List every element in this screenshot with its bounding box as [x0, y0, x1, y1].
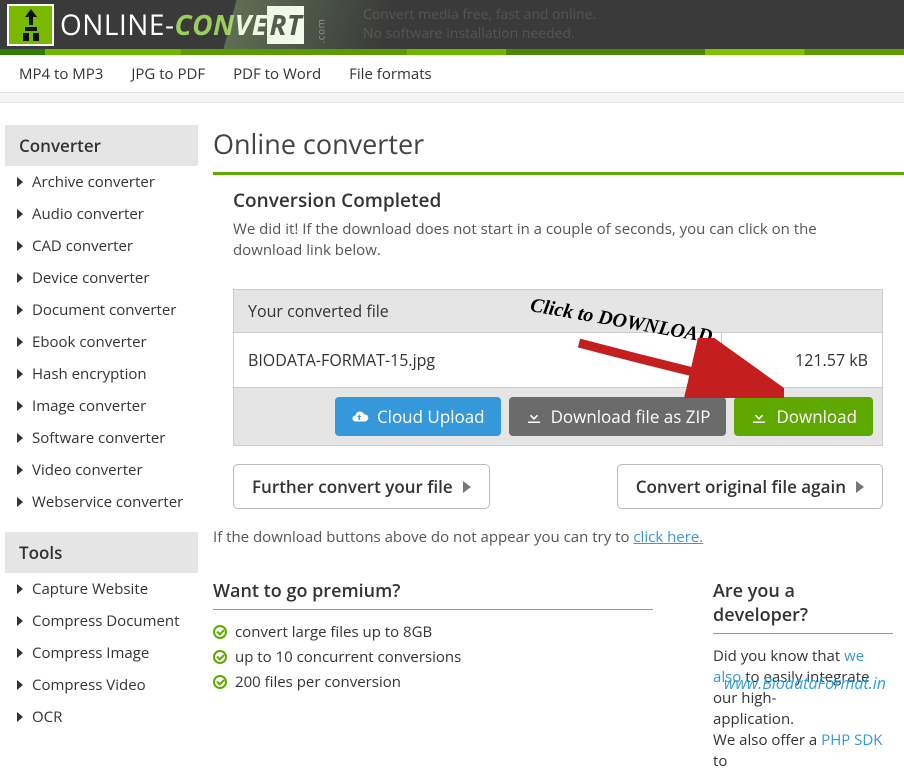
chevron-right-icon — [17, 209, 23, 219]
sidebar-item-audio[interactable]: Audio converter — [5, 198, 198, 230]
chevron-right-icon — [17, 648, 23, 658]
download-zip-button[interactable]: Download file as ZIP — [509, 397, 727, 436]
tagline: Convert media free, fast and online. No … — [363, 6, 596, 42]
topnav-pdf-word[interactable]: PDF to Word — [219, 64, 335, 84]
feature-item: up to 10 concurrent conversions — [213, 647, 653, 667]
topnav-file-formats[interactable]: File formats — [335, 64, 446, 84]
sidebar-head-tools: Tools — [5, 532, 198, 573]
sidebar-item-compress-vid[interactable]: Compress Video — [5, 669, 198, 701]
sidebar-item-capture[interactable]: Capture Website — [5, 573, 198, 605]
sidebar-item-ocr[interactable]: OCR — [5, 701, 198, 733]
php-sdk-link[interactable]: PHP SDK — [821, 730, 882, 750]
further-convert-button[interactable]: Further convert your file — [233, 464, 490, 509]
chevron-right-icon — [463, 481, 471, 493]
sidebar: Converter Archive converter Audio conver… — [5, 125, 198, 772]
file-table-header: Your converted file — [234, 290, 882, 332]
chevron-right-icon — [17, 305, 23, 315]
download-icon — [750, 408, 768, 426]
topnav-mp4-mp3[interactable]: MP4 to MP3 — [5, 64, 117, 84]
check-icon — [213, 675, 227, 689]
chevron-right-icon — [17, 497, 23, 507]
fallback-note: If the download buttons above do not app… — [213, 527, 904, 547]
sidebar-item-document[interactable]: Document converter — [5, 294, 198, 326]
page-title: Online converter — [213, 125, 904, 162]
secondary-actions: Further convert your file Convert origin… — [233, 464, 883, 509]
sidebar-item-compress-doc[interactable]: Compress Document — [5, 605, 198, 637]
download-icon — [525, 408, 543, 426]
chevron-right-icon — [856, 481, 864, 493]
sidebar-item-compress-img[interactable]: Compress Image — [5, 637, 198, 669]
premium-features: convert large files up to 8GB up to 10 c… — [213, 622, 653, 692]
sidebar-item-archive[interactable]: Archive converter — [5, 166, 198, 198]
sidebar-item-cad[interactable]: CAD converter — [5, 230, 198, 262]
status-heading: Conversion Completed — [213, 187, 904, 213]
chevron-right-icon — [17, 401, 23, 411]
chevron-right-icon — [17, 177, 23, 187]
developer-section: Are you a developer? Did you know that w… — [713, 579, 893, 772]
chevron-right-icon — [17, 465, 23, 475]
sidebar-item-device[interactable]: Device converter — [5, 262, 198, 294]
converted-file-panel: Your converted file BIODATA-FORMAT-15.jp… — [233, 289, 883, 446]
file-row: BIODATA-FORMAT-15.jpg 121.57 kB — [234, 332, 882, 387]
feature-item: convert large files up to 8GB — [213, 622, 653, 642]
top-nav: MP4 to MP3 JPG to PDF PDF to Word File f… — [0, 55, 904, 93]
chevron-right-icon — [17, 433, 23, 443]
feature-item: 200 files per conversion — [213, 672, 653, 692]
cloud-upload-button[interactable]: Cloud Upload — [335, 397, 501, 436]
premium-heading: Want to go premium? — [213, 579, 653, 610]
premium-section: Want to go premium? convert large files … — [213, 579, 653, 772]
logo-icon — [7, 4, 54, 46]
chevron-right-icon — [17, 369, 23, 379]
developer-text: Did you know that we also to easily inte… — [713, 646, 893, 772]
header-bar: ONLINE-CONVERT.com Convert media free, f… — [0, 0, 904, 49]
chevron-right-icon — [17, 680, 23, 690]
site-logo[interactable]: ONLINE-CONVERT.com — [0, 0, 333, 49]
sidebar-item-ebook[interactable]: Ebook converter — [5, 326, 198, 358]
check-icon — [213, 625, 227, 639]
cloud-upload-icon — [351, 408, 369, 426]
sidebar-item-video[interactable]: Video converter — [5, 454, 198, 486]
separator-bar — [0, 93, 904, 103]
sidebar-head-converter: Converter — [5, 125, 198, 166]
sidebar-item-hash[interactable]: Hash encryption — [5, 358, 198, 390]
title-underline — [213, 172, 904, 175]
main-content: Online converter Conversion Completed We… — [213, 125, 904, 772]
file-name: BIODATA-FORMAT-15.jpg — [234, 333, 722, 387]
sidebar-item-software[interactable]: Software converter — [5, 422, 198, 454]
logo-text: ONLINE-CONVERT.com — [60, 6, 333, 44]
developer-heading: Are you a developer? — [713, 579, 893, 634]
topnav-jpg-pdf[interactable]: JPG to PDF — [117, 64, 219, 84]
convert-again-button[interactable]: Convert original file again — [617, 464, 883, 509]
check-icon — [213, 650, 227, 664]
tools-list: Capture Website Compress Document Compre… — [5, 573, 198, 733]
status-text: We did it! If the download does not star… — [213, 219, 904, 261]
chevron-right-icon — [17, 273, 23, 283]
sidebar-item-webservice[interactable]: Webservice converter — [5, 486, 198, 518]
converter-list: Archive converter Audio converter CAD co… — [5, 166, 198, 518]
download-button[interactable]: Download — [734, 397, 873, 436]
file-actions: Cloud Upload Download file as ZIP Downlo… — [234, 387, 882, 445]
chevron-right-icon — [17, 712, 23, 722]
sidebar-item-image[interactable]: Image converter — [5, 390, 198, 422]
chevron-right-icon — [17, 241, 23, 251]
file-size: 121.57 kB — [722, 333, 882, 387]
chevron-right-icon — [17, 584, 23, 594]
chevron-right-icon — [17, 616, 23, 626]
click-here-link[interactable]: click here. — [633, 527, 703, 547]
chevron-right-icon — [17, 337, 23, 347]
